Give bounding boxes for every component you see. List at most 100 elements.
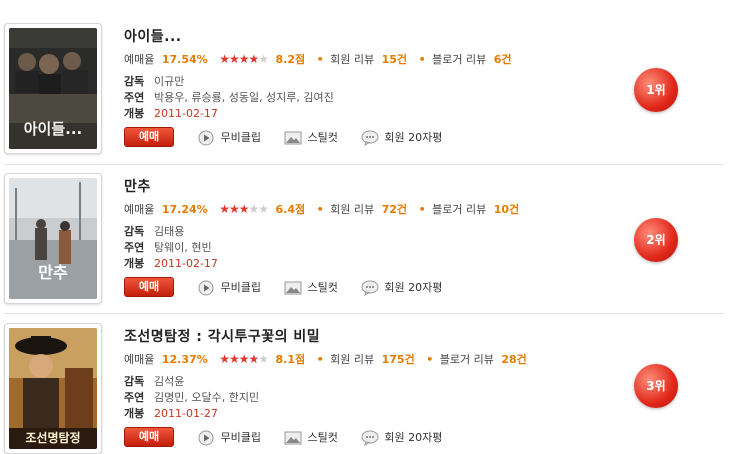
- movie-actions: 예매 무비클립 스틸컷 회원 20자평: [124, 427, 442, 447]
- director-value[interactable]: 김태용: [154, 225, 184, 238]
- blogger-review-label: 블로거 리뷰: [432, 53, 487, 66]
- blogger-review-label: 블로거 리뷰: [432, 203, 487, 216]
- movie-title[interactable]: 만추: [124, 176, 151, 196]
- stillcut-label: 스틸컷: [307, 280, 338, 294]
- movie-title[interactable]: 조선명탐정 : 각시투구꽃의 비밀: [124, 326, 320, 346]
- bullet-icon: •: [418, 202, 426, 216]
- member-review-count[interactable]: 15건: [382, 51, 407, 67]
- blogger-review-label: 블로거 리뷰: [439, 353, 494, 366]
- cast-value[interactable]: 김명민, 오달수, 한지민: [154, 391, 259, 404]
- movie-title[interactable]: 아이들...: [124, 26, 182, 46]
- svg-text:조선명탐정: 조선명탐정: [25, 430, 80, 445]
- movie-clip-link[interactable]: 무비클립: [198, 429, 261, 446]
- movie-poster-frame[interactable]: 아이들...: [4, 23, 102, 154]
- cast-value[interactable]: 박용우, 류승룡, 성동일, 성지루, 김여진: [154, 91, 334, 104]
- book-button[interactable]: 예매: [124, 277, 174, 297]
- image-icon: [284, 431, 302, 444]
- speech-bubble-icon: [361, 280, 379, 296]
- movie-clip-label: 무비클립: [220, 130, 261, 144]
- stillcut-label: 스틸컷: [307, 130, 338, 144]
- movie-credits: 감독 이규만 주연 박용우, 류승룡, 성동일, 성지루, 김여진 개봉 2011-0…: [124, 74, 334, 122]
- release-label: 개봉: [124, 407, 145, 420]
- play-icon: [198, 130, 213, 145]
- movie-poster-frame[interactable]: 조선명탐정: [4, 323, 102, 454]
- speech-bubble-icon: [361, 430, 379, 446]
- movie-clip-link[interactable]: 무비클립: [198, 129, 261, 146]
- release-label: 개봉: [124, 257, 145, 270]
- movie-poster[interactable]: 조선명탐정: [9, 328, 97, 449]
- movie-stats: 예매율 17.54% ★★★★★ 8.2점 • 회원 리뷰 15건 • 블로거 …: [124, 51, 512, 67]
- movie-actions: 예매 무비클립 스틸컷 회원 20자평: [124, 127, 442, 147]
- rank-badge: 1위: [634, 68, 678, 112]
- cast-label: 주연: [124, 241, 145, 254]
- movie-clip-label: 무비클립: [220, 430, 261, 444]
- blogger-review-count[interactable]: 10건: [494, 201, 519, 217]
- movie-poster[interactable]: 아이들...: [9, 28, 97, 149]
- movie-stats: 예매율 17.24% ★★★★★ 6.4점 • 회원 리뷰 72건 • 블로거 …: [124, 201, 519, 217]
- rate-label: 예매율: [124, 353, 155, 366]
- rate-value: 17.24%: [161, 202, 208, 216]
- movie-item: 조선명탐정 조선명탐정 : 각시투구꽃의 비밀 예매율 12.37% ★★★★★…: [0, 300, 752, 454]
- member-ratings-link[interactable]: 회원 20자평: [361, 279, 442, 296]
- bullet-icon: •: [316, 202, 324, 216]
- director-value[interactable]: 김석윤: [154, 375, 184, 388]
- member-review-label: 회원 리뷰: [330, 353, 375, 366]
- member-ratings-label: 회원 20자평: [384, 430, 443, 444]
- rate-label: 예매율: [124, 203, 155, 216]
- movie-clip-link[interactable]: 무비클립: [198, 279, 261, 296]
- book-button[interactable]: 예매: [124, 127, 174, 147]
- member-review-count[interactable]: 175건: [382, 351, 415, 367]
- rate-value: 17.54%: [161, 52, 208, 66]
- director-label: 감독: [124, 75, 145, 88]
- poster-image-icon: 조선명탐정: [9, 328, 97, 449]
- poster-image-icon: 만추: [9, 178, 97, 299]
- bullet-icon: •: [316, 52, 324, 66]
- bullet-icon: •: [426, 352, 434, 366]
- blogger-review-count[interactable]: 6건: [494, 51, 512, 67]
- bullet-icon: •: [316, 352, 324, 366]
- release-date: 2011-02-17: [154, 257, 218, 270]
- release-date: 2011-02-17: [154, 107, 218, 120]
- blogger-review-count[interactable]: 28건: [501, 351, 526, 367]
- rank-badge: 2위: [634, 218, 678, 262]
- movie-item: 아이들... 아이들... 예매율 17.54% ★★★★★ 8.2점 • 회원…: [0, 0, 752, 154]
- release-date: 2011-01-27: [154, 407, 218, 420]
- member-review-label: 회원 리뷰: [330, 203, 375, 216]
- stillcut-link[interactable]: 스틸컷: [284, 429, 338, 446]
- movie-clip-label: 무비클립: [220, 280, 261, 294]
- image-icon: [284, 131, 302, 144]
- star-rating-icon: ★★★★★: [219, 352, 269, 367]
- book-button[interactable]: 예매: [124, 427, 174, 447]
- movie-poster[interactable]: 만추: [9, 178, 97, 299]
- movie-credits: 감독 김태용 주연 탕웨이, 현빈 개봉 2011-02-17: [124, 224, 218, 272]
- star-rating-icon: ★★★★★: [219, 202, 269, 217]
- score-value: 6.4점: [275, 203, 306, 216]
- bullet-icon: •: [418, 52, 426, 66]
- speech-bubble-icon: [361, 130, 379, 146]
- cast-label: 주연: [124, 91, 145, 104]
- director-value[interactable]: 이규만: [154, 75, 184, 88]
- member-ratings-link[interactable]: 회원 20자평: [361, 129, 442, 146]
- svg-text:만추: 만추: [38, 263, 68, 282]
- cast-label: 주연: [124, 391, 145, 404]
- member-ratings-label: 회원 20자평: [384, 280, 443, 294]
- member-review-label: 회원 리뷰: [330, 53, 375, 66]
- image-icon: [284, 281, 302, 294]
- movie-item: 만추 만추 예매율 17.24% ★★★★★ 6.4점 • 회원 리뷰 72건 …: [0, 150, 752, 304]
- stillcut-link[interactable]: 스틸컷: [284, 129, 338, 146]
- play-icon: [198, 280, 213, 295]
- poster-image-icon: 아이들...: [9, 28, 97, 149]
- movie-poster-frame[interactable]: 만추: [4, 173, 102, 304]
- director-label: 감독: [124, 375, 145, 388]
- rank-badge: 3위: [634, 364, 678, 408]
- movie-stats: 예매율 12.37% ★★★★★ 8.1점 • 회원 리뷰 175건 • 블로거…: [124, 351, 527, 367]
- stillcut-link[interactable]: 스틸컷: [284, 279, 338, 296]
- star-rating-icon: ★★★★★: [219, 52, 269, 67]
- member-ratings-link[interactable]: 회원 20자평: [361, 429, 442, 446]
- score-value: 8.1점: [275, 353, 306, 366]
- member-review-count[interactable]: 72건: [382, 201, 407, 217]
- svg-text:아이들...: 아이들...: [24, 120, 83, 138]
- release-label: 개봉: [124, 107, 145, 120]
- cast-value[interactable]: 탕웨이, 현빈: [154, 241, 212, 254]
- rate-label: 예매율: [124, 53, 155, 66]
